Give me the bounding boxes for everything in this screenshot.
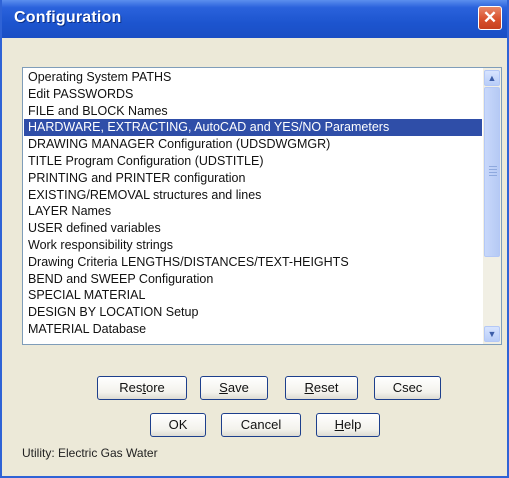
- list-item[interactable]: Edit PASSWORDS: [24, 86, 482, 103]
- close-icon: ✕: [482, 8, 498, 27]
- configuration-dialog: Configuration ✕ Operating System PATHS Ed…: [0, 0, 509, 478]
- list-items: Operating System PATHS Edit PASSWORDS FILE…: [24, 69, 482, 338]
- window-title: Configuration: [14, 9, 122, 26]
- scroll-thumb[interactable]: [484, 87, 500, 257]
- restore-label-end: ore: [145, 380, 165, 395]
- vertical-scrollbar[interactable]: ▲ ▼: [483, 68, 501, 344]
- reset-mnemonic: R: [304, 380, 314, 395]
- list-item[interactable]: HARDWARE, EXTRACTING, AutoCAD and YES/NO…: [24, 119, 482, 137]
- list-item[interactable]: SPECIAL MATERIAL: [24, 287, 482, 304]
- chevron-down-icon: ▼: [487, 329, 497, 339]
- help-mnemonic: H: [334, 417, 345, 432]
- list-item[interactable]: BEND and SWEEP Configuration: [24, 271, 482, 288]
- save-button[interactable]: Save: [200, 376, 268, 400]
- configuration-listbox[interactable]: Operating System PATHS Edit PASSWORDS FILE…: [22, 67, 502, 345]
- status-text: Utility: Electric Gas Water: [22, 446, 158, 460]
- ok-button[interactable]: OK: [150, 413, 206, 437]
- close-button[interactable]: ✕: [478, 6, 502, 30]
- help-label-end: elp: [344, 417, 362, 432]
- cancel-button[interactable]: Cancel: [221, 413, 301, 437]
- cancel-label: Cancel: [240, 417, 282, 432]
- list-item[interactable]: Drawing Criteria LENGTHS/DISTANCES/TEXT-…: [24, 254, 482, 271]
- restore-label-start: Res: [119, 380, 143, 395]
- list-item[interactable]: USER defined variables: [24, 220, 482, 237]
- list-item[interactable]: TITLE Program Configuration (UDSTITLE): [24, 153, 482, 170]
- list-item[interactable]: DRAWING MANAGER Configuration (UDSDWGMGR…: [24, 136, 482, 153]
- list-item[interactable]: Operating System PATHS: [24, 69, 482, 86]
- scroll-down-button[interactable]: ▼: [484, 326, 500, 342]
- grip-icon: [489, 166, 497, 176]
- help-button[interactable]: Help: [316, 413, 380, 437]
- restore-button[interactable]: Restore: [97, 376, 187, 400]
- list-item[interactable]: PRINTING and PRINTER configuration: [24, 170, 482, 187]
- list-item[interactable]: FILE and BLOCK Names: [24, 103, 482, 120]
- ok-label: OK: [168, 417, 188, 432]
- save-label-end: ave: [227, 380, 249, 395]
- reset-label-end: eset: [313, 380, 339, 395]
- title-bar[interactable]: Configuration ✕: [2, 0, 507, 38]
- list-item[interactable]: Work responsibility strings: [24, 237, 482, 254]
- csec-button[interactable]: Csec: [374, 376, 441, 400]
- list-item[interactable]: LAYER Names: [24, 203, 482, 220]
- list-item[interactable]: MATERIAL Database: [24, 321, 482, 338]
- list-item[interactable]: EXISTING/REMOVAL structures and lines: [24, 187, 482, 204]
- list-item[interactable]: DESIGN BY LOCATION Setup: [24, 304, 482, 321]
- save-mnemonic: S: [219, 380, 228, 395]
- chevron-up-icon: ▲: [487, 73, 497, 83]
- reset-button[interactable]: Reset: [285, 376, 358, 400]
- scroll-up-button[interactable]: ▲: [484, 70, 500, 86]
- csec-label: Csec: [392, 380, 423, 395]
